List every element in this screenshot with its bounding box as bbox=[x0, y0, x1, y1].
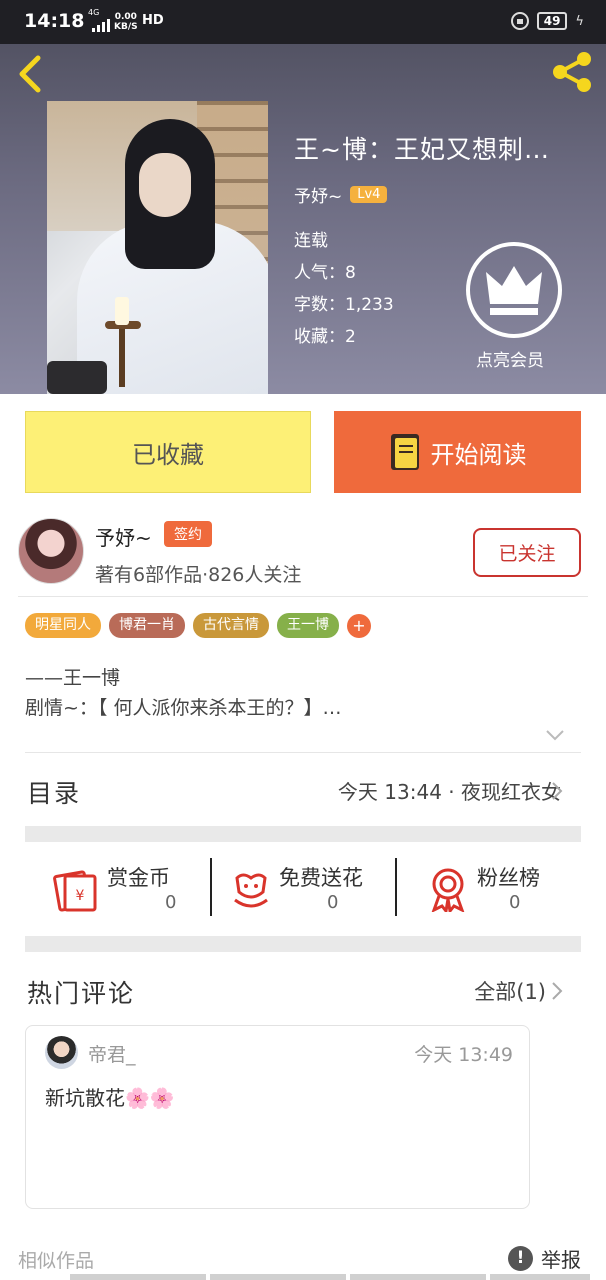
red-envelope-icon: ¥ bbox=[53, 870, 97, 912]
book-header: 14:18 4G 0.00 KB/S HD 49 ϟ 王~博：王妃又想刺… 予妤… bbox=[0, 0, 606, 394]
chevron-down-icon[interactable] bbox=[544, 724, 566, 746]
comment-card[interactable]: 帝君_ 今天 13:49 新坑散花🌸🌸 bbox=[25, 1025, 530, 1209]
tag-item[interactable]: 王一博 bbox=[277, 613, 339, 638]
medal-icon bbox=[431, 868, 465, 912]
status-right: 49 ϟ bbox=[510, 12, 584, 30]
commenter-name[interactable]: 帝君_ bbox=[88, 1040, 136, 1067]
battery-indicator: 49 bbox=[536, 12, 568, 30]
alert-icon: ! bbox=[508, 1246, 533, 1271]
reward-coins-button[interactable]: ¥ 赏金币 0 bbox=[53, 858, 213, 920]
speed-unit: KB/S bbox=[114, 22, 138, 32]
send-flower-button[interactable]: 免费送花 0 bbox=[231, 858, 401, 920]
similar-works-strip bbox=[70, 1274, 590, 1280]
add-tag-button[interactable]: + bbox=[347, 613, 371, 638]
status-time: 14:18 bbox=[24, 10, 85, 32]
reward-coins-count: 0 bbox=[165, 892, 177, 913]
book-author[interactable]: 予妤~ bbox=[294, 182, 342, 207]
support-bar: ¥ 赏金币 0 免费送花 0 粉丝榜 0 bbox=[25, 858, 581, 920]
tag-list: 明星同人 博君一肖 古代言情 王一博 + bbox=[25, 613, 371, 638]
author-name[interactable]: 予妤~ bbox=[95, 522, 152, 551]
vip-crown-icon[interactable] bbox=[466, 242, 562, 338]
tag-item[interactable]: 古代言情 bbox=[193, 613, 269, 638]
divider bbox=[25, 752, 581, 753]
network-type: 4G bbox=[88, 8, 100, 17]
divider bbox=[210, 858, 212, 916]
all-comments-link[interactable]: 全部(1) bbox=[474, 976, 546, 1006]
fan-ranking-button[interactable]: 粉丝榜 0 bbox=[429, 858, 579, 920]
reward-coins-label: 赏金币 bbox=[107, 866, 170, 890]
charging-icon: ϟ bbox=[575, 13, 584, 29]
send-flower-count: 0 bbox=[327, 892, 339, 913]
synopsis-line: ——王一博 bbox=[25, 667, 121, 689]
speed-value: 0.00 bbox=[114, 12, 137, 22]
book-author-row: 予妤~ Lv4 bbox=[294, 182, 388, 207]
synopsis-line: 剧情~：【 何人派你来杀本王的？】… bbox=[25, 697, 342, 719]
synopsis: ——王一博 剧情~：【 何人派你来杀本王的？】… bbox=[25, 663, 585, 723]
book-title: 王~博：王妃又想刺… bbox=[294, 135, 550, 164]
divider bbox=[395, 858, 397, 916]
chevron-right-icon[interactable] bbox=[550, 980, 564, 1002]
chevron-right-icon[interactable] bbox=[550, 780, 564, 802]
fan-ranking-count: 0 bbox=[509, 892, 521, 913]
fan-ranking-label: 粉丝榜 bbox=[477, 866, 540, 890]
commenter-avatar[interactable] bbox=[45, 1036, 78, 1069]
signal-icon bbox=[92, 19, 110, 32]
send-flower-label: 免费送花 bbox=[279, 866, 363, 890]
toc-title-label: 目录 bbox=[27, 779, 82, 808]
author-stats: 著有6部作品·826人关注 bbox=[95, 564, 302, 586]
vip-label[interactable]: 点亮会员 bbox=[476, 346, 544, 371]
rotation-lock-icon bbox=[510, 12, 529, 30]
tag-item[interactable]: 博君一肖 bbox=[109, 613, 185, 638]
book-favorites: 收藏：2 bbox=[294, 327, 356, 347]
level-badge: Lv4 bbox=[350, 186, 388, 203]
signed-badge: 签约 bbox=[164, 521, 212, 547]
book-icon bbox=[390, 434, 419, 470]
book-popularity: 人气：8 bbox=[294, 263, 356, 283]
comment-time: 今天 13:49 bbox=[414, 1044, 513, 1066]
divider bbox=[18, 596, 588, 597]
start-reading-label: 开始阅读 bbox=[430, 440, 527, 469]
tag-item[interactable]: 明星同人 bbox=[25, 613, 101, 638]
report-label: 举报 bbox=[541, 1248, 581, 1272]
report-button[interactable]: ! 举报 bbox=[508, 1244, 581, 1273]
similar-works-label: 相似作品 bbox=[18, 1250, 95, 1272]
book-status: 连载 bbox=[294, 231, 328, 251]
section-separator bbox=[25, 936, 581, 952]
book-cover[interactable] bbox=[47, 101, 268, 394]
start-reading-button[interactable]: 开始阅读 bbox=[334, 411, 581, 493]
favorited-button[interactable]: 已收藏 bbox=[25, 411, 311, 493]
share-icon[interactable] bbox=[548, 50, 596, 94]
status-bar: 14:18 4G 0.00 KB/S HD 49 ϟ bbox=[0, 0, 606, 44]
svg-text:¥: ¥ bbox=[76, 888, 85, 904]
toc-title[interactable]: 目录 bbox=[27, 774, 81, 810]
book-word-count: 字数：1,233 bbox=[294, 295, 394, 315]
section-separator bbox=[25, 826, 581, 842]
hot-comments-title: 热门评论 bbox=[27, 979, 136, 1008]
comment-text: 新坑散花🌸🌸 bbox=[45, 1086, 175, 1110]
flower-icon bbox=[234, 873, 268, 908]
latest-chapter[interactable]: 今天 13:44 · 夜现红衣女 bbox=[338, 776, 561, 805]
network-indicator: 4G 0.00 KB/S HD bbox=[86, 8, 166, 36]
follow-button[interactable]: 已关注 bbox=[473, 528, 581, 577]
network-speed: 0.00 KB/S bbox=[114, 12, 138, 32]
back-icon[interactable] bbox=[14, 54, 50, 94]
author-avatar[interactable] bbox=[18, 518, 84, 584]
hd-indicator: HD bbox=[142, 13, 164, 28]
